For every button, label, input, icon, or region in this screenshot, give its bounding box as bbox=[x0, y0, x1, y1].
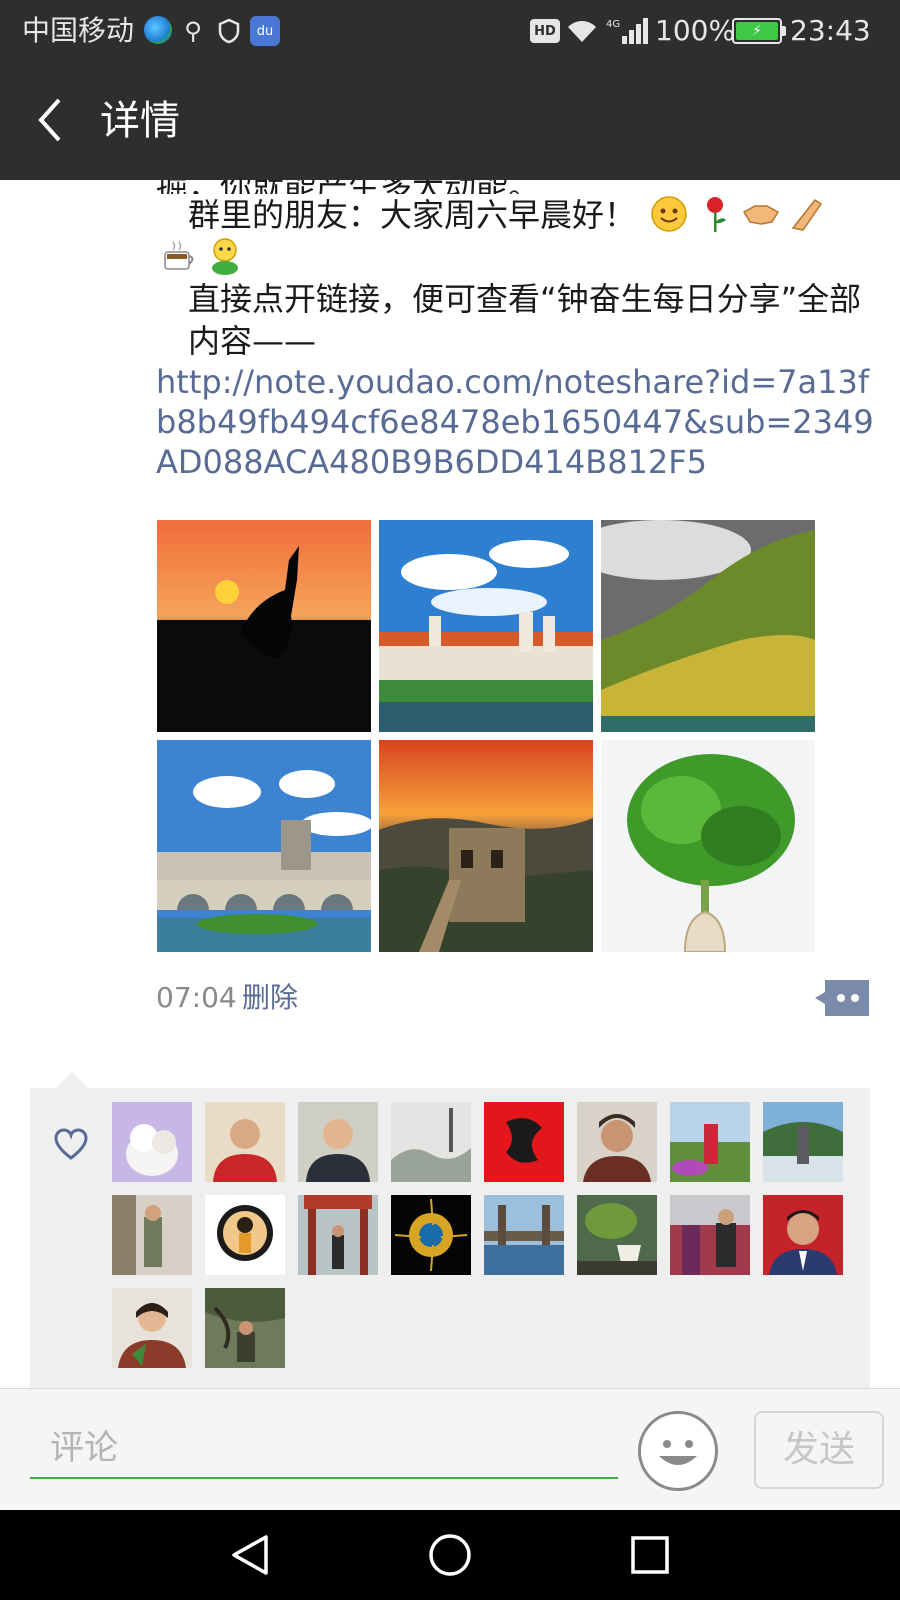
comment-dots-button[interactable] bbox=[815, 980, 869, 1016]
hd-icon: HD bbox=[530, 19, 560, 43]
photo-great-wall[interactable] bbox=[379, 740, 593, 952]
liker-avatar[interactable] bbox=[763, 1195, 843, 1275]
post-time: 07:04 bbox=[156, 981, 237, 1014]
baidu-icon: du bbox=[250, 16, 280, 46]
likes-panel bbox=[30, 1072, 870, 1388]
greeting-text: 群里的朋友：大家周六早晨好！ bbox=[188, 196, 637, 234]
liker-avatar[interactable] bbox=[205, 1288, 285, 1368]
battery-icon: ⚡ bbox=[732, 18, 786, 44]
nav-home-button[interactable] bbox=[420, 1530, 480, 1580]
greeting-paragraph: 群里的朋友：大家周六早晨好！ bbox=[156, 194, 876, 236]
nav-back-button[interactable] bbox=[220, 1530, 280, 1580]
liker-avatar[interactable] bbox=[484, 1102, 564, 1182]
rose-emoji bbox=[707, 197, 727, 232]
send-button[interactable]: 发送 bbox=[754, 1411, 884, 1489]
signal-icon: 4G bbox=[606, 16, 650, 46]
emoji-button[interactable] bbox=[638, 1411, 718, 1491]
cute-emoji bbox=[212, 238, 238, 275]
chevron-left-icon bbox=[38, 98, 61, 142]
shield-icon bbox=[214, 16, 244, 46]
clap-emoji bbox=[791, 198, 823, 231]
post-detail: 掘，你就能产生多大动能。 群里的朋友：大家周六早晨好！ 直接点开链接，便可查看“… bbox=[0, 180, 900, 1388]
liker-avatar[interactable] bbox=[670, 1195, 750, 1275]
globe-app-icon bbox=[144, 16, 172, 44]
usb-icon: ⚲ bbox=[184, 17, 202, 45]
liker-avatar[interactable] bbox=[298, 1195, 378, 1275]
smiley-icon bbox=[659, 1440, 697, 1465]
instruction-text: 直接点开链接，便可查看“钟奋生每日分享”全部内容—— bbox=[188, 280, 862, 360]
photo-mountain-valley[interactable] bbox=[601, 520, 815, 732]
photo-castle-town[interactable] bbox=[379, 520, 593, 732]
liker-avatar[interactable] bbox=[577, 1102, 657, 1182]
delete-button[interactable]: 删除 bbox=[242, 980, 298, 1016]
liker-avatar[interactable] bbox=[577, 1195, 657, 1275]
handshake-emoji bbox=[743, 205, 780, 225]
smile-emoji bbox=[651, 196, 687, 232]
note-link[interactable]: http://note.youdao.com/noteshare?id=7a13… bbox=[156, 362, 876, 482]
comment-input[interactable] bbox=[30, 1419, 618, 1479]
liker-avatar[interactable] bbox=[205, 1102, 285, 1182]
post-text: 掘，你就能产生多大动能。 群里的朋友：大家周六早晨好！ 直接点开链接，便可查看“… bbox=[156, 180, 876, 482]
back-button[interactable] bbox=[22, 92, 78, 148]
heart-icon bbox=[54, 1128, 88, 1160]
wifi-icon bbox=[566, 16, 598, 46]
photo-grid bbox=[157, 520, 817, 952]
liker-avatar[interactable] bbox=[763, 1102, 843, 1182]
post-text-partial-line: 掘，你就能产生多大动能。 bbox=[156, 180, 876, 194]
navigation-bar bbox=[0, 1510, 900, 1600]
photo-plant-vase[interactable] bbox=[601, 740, 815, 952]
liker-avatar[interactable] bbox=[391, 1195, 471, 1275]
liker-avatar[interactable] bbox=[112, 1195, 192, 1275]
circle-home-icon bbox=[429, 1534, 471, 1576]
liker-avatar[interactable] bbox=[205, 1195, 285, 1275]
square-recent-icon bbox=[631, 1536, 669, 1574]
liker-avatar[interactable] bbox=[391, 1102, 471, 1182]
emoji-line bbox=[156, 236, 876, 278]
comment-bar: 发送 bbox=[0, 1388, 900, 1510]
liker-avatar[interactable] bbox=[112, 1102, 192, 1182]
clock: 23:43 bbox=[790, 14, 871, 47]
battery-percent: 100% bbox=[655, 14, 736, 47]
photo-crane-sunset[interactable] bbox=[157, 520, 371, 732]
liker-avatar[interactable] bbox=[484, 1195, 564, 1275]
nav-recent-button[interactable] bbox=[620, 1530, 680, 1580]
liker-avatar[interactable] bbox=[112, 1288, 192, 1368]
coffee-emoji bbox=[164, 241, 194, 270]
network-type: 4G bbox=[606, 19, 620, 30]
carrier-name: 中国移动 bbox=[22, 14, 135, 47]
triangle-back-icon bbox=[232, 1535, 268, 1575]
liker-avatar[interactable] bbox=[298, 1102, 378, 1182]
status-bar: 中国移动 ⚲ du HD 4G 100% ⚡ 23:43 bbox=[0, 0, 900, 62]
title-bar: 详情 bbox=[0, 62, 900, 180]
page-title: 详情 bbox=[100, 98, 180, 144]
comment-dots-icon bbox=[815, 980, 869, 1016]
liker-avatar[interactable] bbox=[670, 1102, 750, 1182]
photo-cathedral-bridge[interactable] bbox=[157, 740, 371, 952]
